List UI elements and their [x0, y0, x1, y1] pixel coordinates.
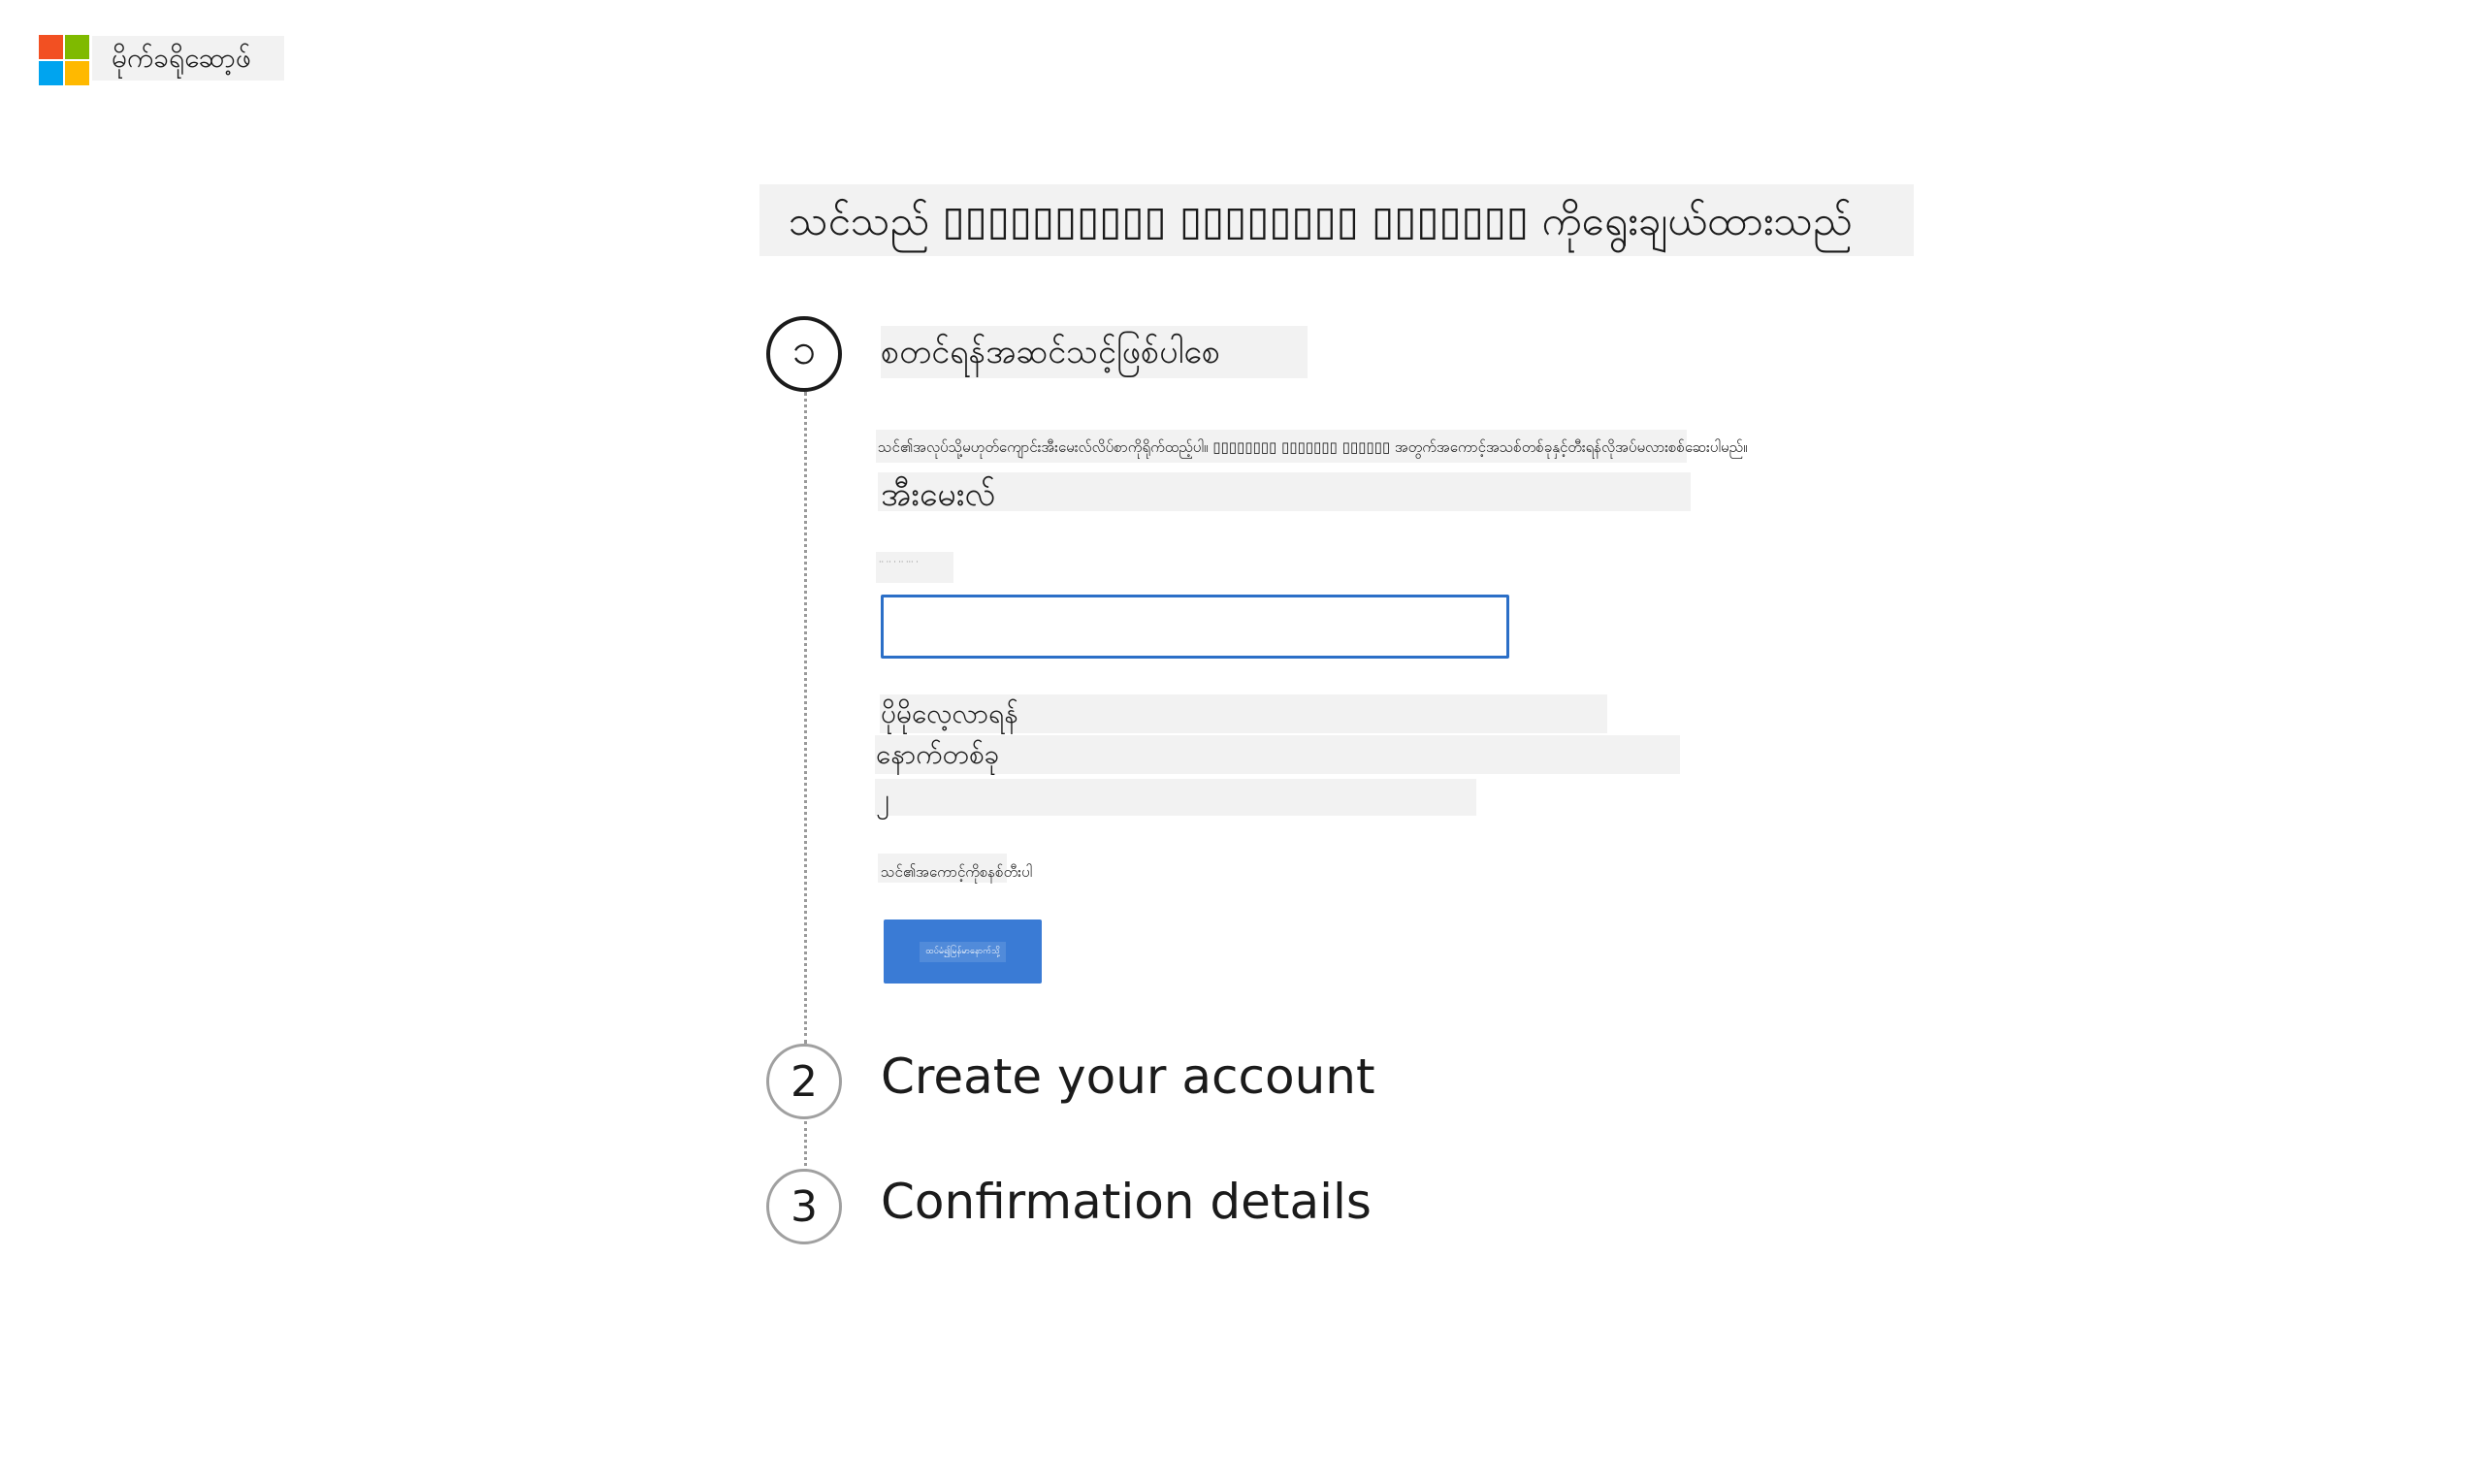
account-setup-link[interactable]: သင်၏အကောင့်ကိုစနစ်တီးပါ — [881, 861, 1032, 883]
page-title-container: သင်သည် ▯▯▯▯▯▯▯▯▯▯ ▯▯▯▯▯▯▯▯ ▯▯▯▯▯▯▯ ကိုရွ… — [759, 184, 1914, 256]
step-1-number: ၁ — [791, 325, 817, 374]
step-1-indicator: ၁ — [766, 316, 842, 392]
step-1-description: သင်၏အလုပ်သို့မဟုတ်ကျောင်းအီးမေးလ်လိပ်စာက… — [878, 438, 1748, 456]
email-hint: ·· ·· · ·· ··· · — [879, 558, 919, 566]
logo-blue-square — [39, 61, 63, 85]
step-2-number: 2 — [791, 1056, 818, 1107]
microsoft-logo-icon — [39, 35, 89, 85]
step-connector-2-3 — [804, 1121, 807, 1172]
step-2-title: Create your account — [881, 1048, 1375, 1105]
brand-link[interactable]: မိုက်ခရိုဆော့ဖ် — [92, 36, 284, 81]
step-3-indicator: 3 — [766, 1169, 842, 1244]
brand-name: မိုက်ခရိုဆော့ဖ် — [112, 42, 251, 74]
logo-yellow-square — [65, 61, 89, 85]
option-two-bg — [875, 779, 1476, 816]
next-button-label: ထပ်မံ၍မြန်မာနောက်သို့ — [920, 941, 1006, 962]
step-3-title: Confirmation details — [881, 1174, 1372, 1230]
step-3-number: 3 — [791, 1181, 818, 1232]
learn-more-link[interactable]: ပိုမိုလေ့လာရန် — [881, 696, 1018, 731]
other-option-link[interactable]: နောက်တစ်ခု — [876, 737, 999, 772]
email-input[interactable] — [881, 595, 1509, 659]
email-label: အီးမေးလ် — [881, 475, 996, 514]
step-connector-1-2 — [804, 392, 807, 1044]
logo-green-square — [65, 35, 89, 59]
step-1-title: စတင်ရန်အဆင်သင့်ဖြစ်ပါစေ — [881, 333, 1220, 371]
next-button[interactable]: ထပ်မံ၍မြန်မာနောက်သို့ — [884, 919, 1042, 984]
email-label-bg — [878, 472, 1691, 511]
step-2-indicator: 2 — [766, 1044, 842, 1119]
option-two-text: ၂ — [876, 783, 889, 815]
logo-red-square — [39, 35, 63, 59]
signup-page: မိုက်ခရိုဆော့ဖ် သင်သည် ▯▯▯▯▯▯▯▯▯▯ ▯▯▯▯▯▯… — [0, 0, 2487, 1484]
page-title: သင်သည် ▯▯▯▯▯▯▯▯▯▯ ▯▯▯▯▯▯▯▯ ▯▯▯▯▯▯▯ ကိုရွ… — [789, 197, 1853, 244]
